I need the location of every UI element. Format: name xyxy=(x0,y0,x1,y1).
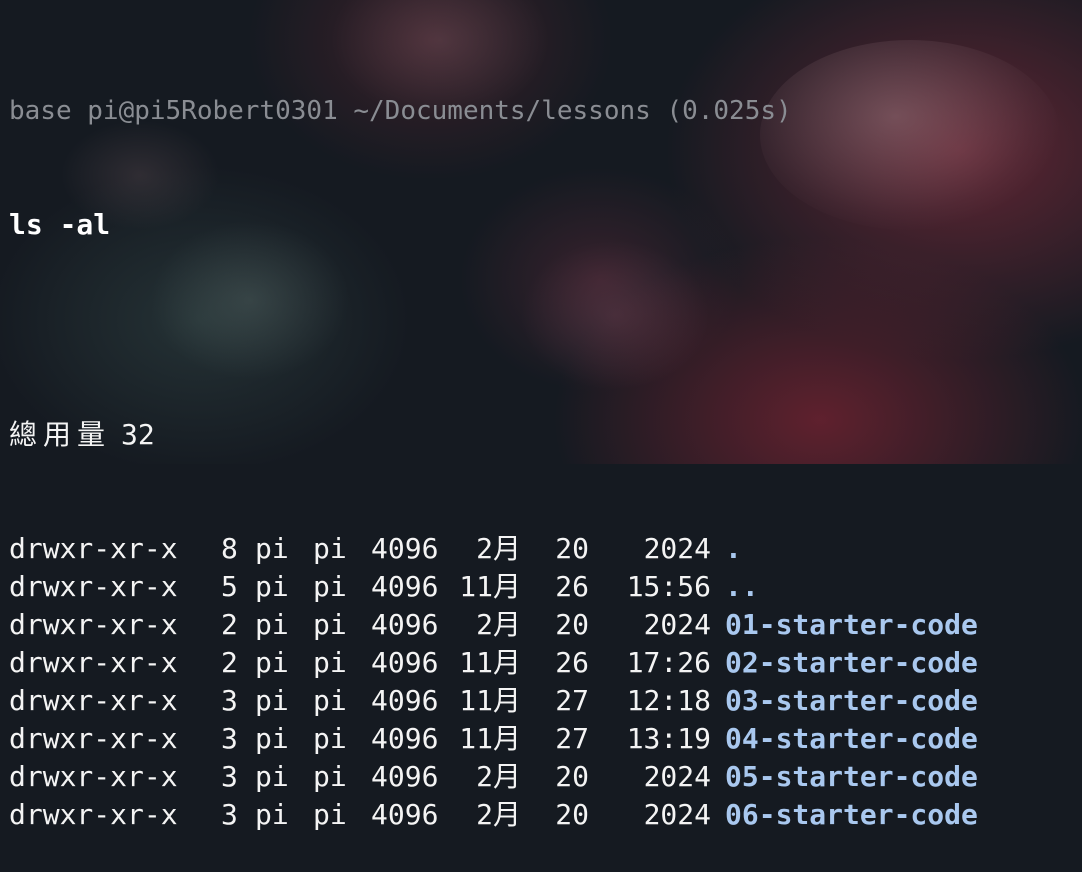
entry-user: pi xyxy=(255,684,289,717)
listing-row: drwxr-xr-x 5 pi pi 4096 11月 26 15:56.. xyxy=(9,568,978,606)
entry-links: 3 xyxy=(221,798,238,831)
entry-perm: drwxr-xr-x xyxy=(9,760,178,793)
entry-size: 4096 xyxy=(371,646,439,679)
entry-user: pi xyxy=(255,532,289,565)
entry-day: 27 xyxy=(555,684,589,717)
entry-name: 04-starter-code xyxy=(725,722,978,755)
entry-group: pi xyxy=(313,646,347,679)
entry-links: 8 xyxy=(221,532,238,565)
entry-size: 4096 xyxy=(371,798,439,831)
entry-group: pi xyxy=(313,760,347,793)
listing-row: drwxr-xr-x 2 pi pi 4096 11月 26 17:26 02-starter-… xyxy=(9,644,978,682)
entry-perm: drwxr-xr-x xyxy=(9,570,178,603)
entry-links: 2 xyxy=(221,608,238,641)
entry-day: 26 xyxy=(555,570,589,603)
entry-group: pi xyxy=(313,532,347,565)
entry-group: pi xyxy=(313,722,347,755)
listing-row: drwxr-xr-x 3 pi pi 4096 2月 20 2024 05-starter-co… xyxy=(9,758,978,796)
entry-size: 4096 xyxy=(371,760,439,793)
entry-time: 2024 xyxy=(643,532,711,565)
entry-user: pi xyxy=(255,570,289,603)
entry-perm: drwxr-xr-x xyxy=(9,532,178,565)
entry-perm: drwxr-xr-x xyxy=(9,722,178,755)
entry-month: 2月 xyxy=(476,608,521,641)
entry-size: 4096 xyxy=(371,532,439,565)
entry-month: 11月 xyxy=(459,570,521,603)
entry-month: 2月 xyxy=(476,760,521,793)
listing-row: drwxr-xr-x 8 pi pi 4096 2月 20 2024. xyxy=(9,530,978,568)
total-label: 總用量 xyxy=(9,418,112,451)
entry-perm: drwxr-xr-x xyxy=(9,646,178,679)
entry-day: 20 xyxy=(555,532,589,565)
entry-name: .. xyxy=(725,570,759,603)
entry-month: 11月 xyxy=(459,722,521,755)
entry-size: 4096 xyxy=(371,722,439,755)
command-line: ls -al xyxy=(9,208,111,241)
entry-user: pi xyxy=(255,722,289,755)
terminal-output: base pi@pi5Robert0301 ~/Documents/lesson… xyxy=(9,16,978,872)
entry-perm: drwxr-xr-x xyxy=(9,684,178,717)
entry-day: 20 xyxy=(555,760,589,793)
entry-links: 3 xyxy=(221,722,238,755)
listing-row: drwxr-xr-x 3 pi pi 4096 2月 20 2024 06-starter-co… xyxy=(9,796,978,834)
entry-user: pi xyxy=(255,760,289,793)
entry-user: pi xyxy=(255,646,289,679)
entry-user: pi xyxy=(255,608,289,641)
entry-day: 20 xyxy=(555,798,589,831)
entry-links: 3 xyxy=(221,684,238,717)
entry-name: 06-starter-code xyxy=(725,798,978,831)
entry-month: 2月 xyxy=(476,532,521,565)
entry-time: 2024 xyxy=(643,608,711,641)
entry-time: 2024 xyxy=(643,798,711,831)
entry-name: . xyxy=(725,532,742,565)
listing-row: drwxr-xr-x 3 pi pi 4096 11月 27 12:18 03-starter-… xyxy=(9,682,978,720)
listing-rows: drwxr-xr-x 8 pi pi 4096 2月 20 2024. drwxr-xr-x 5 p… xyxy=(9,530,978,834)
entry-month: 11月 xyxy=(459,684,521,717)
listing-row: drwxr-xr-x 2 pi pi 4096 2月 20 2024 01-starter-co… xyxy=(9,606,978,644)
entry-size: 4096 xyxy=(371,608,439,641)
entry-size: 4096 xyxy=(371,570,439,603)
entry-time: 13:19 xyxy=(626,722,711,755)
entry-day: 20 xyxy=(555,608,589,641)
entry-name: 03-starter-code xyxy=(725,684,978,717)
entry-links: 5 xyxy=(221,570,238,603)
entry-user: pi xyxy=(255,798,289,831)
entry-name: 05-starter-code xyxy=(725,760,978,793)
entry-time: 17:26 xyxy=(626,646,711,679)
entry-month: 2月 xyxy=(476,798,521,831)
listing-row: drwxr-xr-x 3 pi pi 4096 11月 27 13:19 04-starter-… xyxy=(9,720,978,758)
entry-size: 4096 xyxy=(371,684,439,717)
shell-prompt: base pi@pi5Robert0301 ~/Documents/lesson… xyxy=(9,96,792,126)
entry-time: 2024 xyxy=(643,760,711,793)
entry-time: 12:18 xyxy=(626,684,711,717)
entry-group: pi xyxy=(313,798,347,831)
entry-links: 3 xyxy=(221,760,238,793)
entry-day: 26 xyxy=(555,646,589,679)
entry-time: 15:56 xyxy=(626,570,711,603)
entry-group: pi xyxy=(313,570,347,603)
entry-month: 11月 xyxy=(459,646,521,679)
entry-group: pi xyxy=(313,608,347,641)
entry-perm: drwxr-xr-x xyxy=(9,608,178,641)
total-line: 總用量 32 xyxy=(9,416,978,454)
total-value: 32 xyxy=(121,418,155,451)
entry-links: 2 xyxy=(221,646,238,679)
entry-perm: drwxr-xr-x xyxy=(9,798,178,831)
entry-group: pi xyxy=(313,684,347,717)
entry-day: 27 xyxy=(555,722,589,755)
entry-name: 02-starter-code xyxy=(725,646,978,679)
entry-name: 01-starter-code xyxy=(725,608,978,641)
